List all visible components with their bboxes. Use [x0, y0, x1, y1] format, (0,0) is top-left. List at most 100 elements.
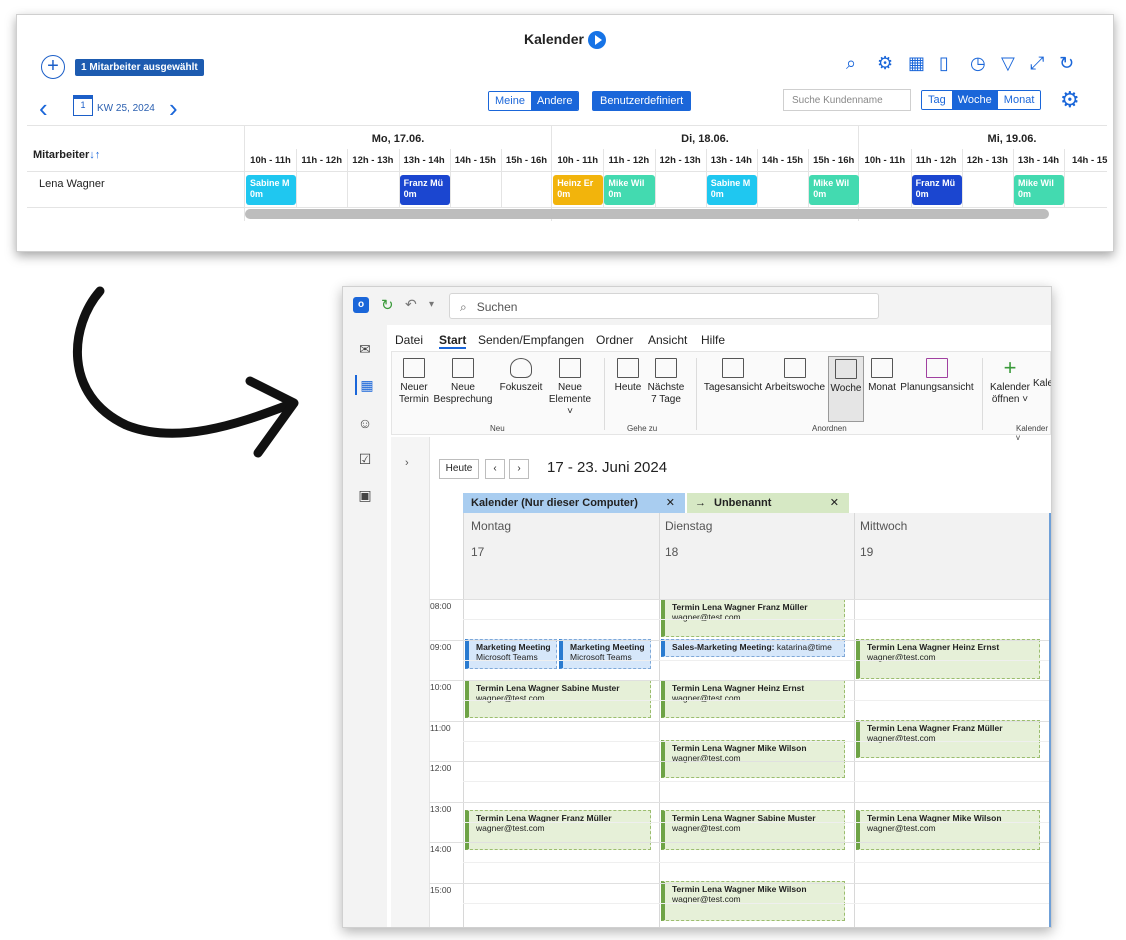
calendar-event[interactable]: Termin Lena Wagner Sabine Muster wagner@t…: [661, 810, 845, 850]
view-tag-button[interactable]: Tag: [922, 91, 952, 109]
calendar-more-button[interactable]: Kale: [1032, 378, 1051, 390]
calendar-icon[interactable]: 1: [73, 95, 93, 116]
schedule-event[interactable]: Heinz Er 0m: [553, 175, 604, 205]
menu-senden[interactable]: Senden/Empfangen: [478, 333, 584, 347]
schedule-event[interactable]: Franz Mü 0m: [399, 175, 450, 205]
chevron-right-icon[interactable]: ›: [169, 95, 178, 121]
new-meeting-button[interactable]: Neue Besprechung: [432, 358, 494, 406]
day-header: Mi, 19.06.: [987, 133, 1037, 145]
clock-icon[interactable]: ◷: [970, 53, 986, 74]
filter-icon[interactable]: ▽: [1001, 53, 1015, 74]
week-view-button[interactable]: Woche: [828, 356, 864, 422]
undo-icon[interactable]: ↶: [405, 296, 417, 313]
calendar-event[interactable]: Sales-Marketing Meeting: katarina@time: [661, 639, 845, 657]
search-icon[interactable]: ⌕: [846, 53, 856, 74]
event-name: Sabine M: [710, 178, 751, 188]
plus-icon: +: [1003, 355, 1017, 380]
focus-time-button[interactable]: Fokuszeit: [498, 358, 544, 394]
time-label: 11:00: [430, 722, 451, 733]
hour-header: 15h - 16h: [505, 155, 548, 166]
add-icon[interactable]: +: [41, 55, 65, 79]
view-monat-button[interactable]: Monat: [997, 91, 1041, 109]
play-icon[interactable]: [587, 31, 606, 50]
hour-header: 12h - 13h: [966, 155, 1008, 166]
event-duration: 0m: [813, 189, 827, 199]
menu-datei[interactable]: Datei: [395, 333, 423, 347]
export-icon[interactable]: ▯: [939, 53, 949, 74]
next-week-button[interactable]: ›: [509, 459, 529, 479]
calendar-event[interactable]: Marketing Meeting Microsoft Teams: [559, 639, 651, 669]
chevron-left-icon[interactable]: ‹: [39, 95, 48, 121]
event-name: Franz Mü: [915, 178, 956, 188]
day-view-button[interactable]: Tagesansicht: [702, 358, 764, 394]
calendar-event[interactable]: Termin Lena Wagner Heinz Ernst wagner@tes…: [661, 680, 845, 718]
today-button[interactable]: Heute: [612, 358, 644, 394]
calendar-event[interactable]: Termin Lena Wagner Franz Müller wagner@te…: [661, 599, 845, 637]
hour-header: 10h - 11h: [864, 155, 906, 166]
sync-icon[interactable]: ↻: [381, 296, 394, 314]
view-woche-button[interactable]: Woche: [951, 91, 998, 109]
schedule-event[interactable]: Mike Wil 0m: [809, 175, 860, 205]
calendar-event[interactable]: Termin Lena Wagner Mike Wilson wagner@tes…: [856, 810, 1040, 850]
settings-calendar-icon[interactable]: ⚙: [1060, 87, 1080, 113]
custom-button[interactable]: Benutzerdefiniert: [592, 91, 692, 111]
event-name: Sabine M: [250, 178, 290, 188]
calendar-event[interactable]: Termin Lena Wagner Mike Wilson wagner@tes…: [661, 881, 845, 921]
mail-icon[interactable]: ✉: [355, 339, 375, 359]
new-appointment-button[interactable]: Neuer Termin: [396, 358, 432, 406]
calendar-event[interactable]: Termin Lena Wagner Sabine Muster wagner@t…: [465, 680, 651, 718]
time-label: 09:00: [430, 641, 452, 652]
schedule-event[interactable]: Mike Wil 0m: [1014, 175, 1065, 205]
calendar-event[interactable]: Termin Lena Wagner Mike Wilson wagner@tes…: [661, 740, 845, 778]
customer-search-input[interactable]: Suche Kundenname: [783, 89, 911, 111]
month-view-icon: [871, 358, 893, 378]
day-header: Mo, 17.06.: [371, 133, 425, 145]
today-icon: [617, 358, 639, 378]
calendar-tab-local[interactable]: Kalender (Nur dieser Computer) ✕: [463, 493, 685, 513]
calendar-tab-unbenannt[interactable]: → Unbenannt ✕: [687, 493, 849, 513]
refresh-icon[interactable]: ↻: [1059, 53, 1074, 74]
schedule-view-button[interactable]: Planungsansicht: [900, 358, 974, 394]
day-header: Di, 18.06.: [681, 133, 729, 145]
chevron-right-icon[interactable]: ›: [405, 457, 409, 469]
menu-ordner[interactable]: Ordner: [596, 333, 633, 347]
hour-header: 11h - 12h: [301, 155, 343, 166]
people-icon[interactable]: ☺: [355, 413, 375, 433]
search-input[interactable]: ⌕ Suchen: [449, 293, 879, 319]
gear-icon[interactable]: ⚙: [877, 53, 893, 74]
fullscreen-icon[interactable]: ⤢: [1030, 53, 1044, 74]
hour-header: 14h - 15h: [454, 155, 496, 166]
tasks-icon[interactable]: ☑: [355, 449, 375, 469]
open-calendar-button[interactable]: + Kalender öffnen ˅: [988, 355, 1032, 406]
month-view-button[interactable]: Monat: [866, 358, 898, 394]
schedule-event[interactable]: Mike Wil 0m: [604, 175, 655, 205]
filter-meine-button[interactable]: Meine: [489, 92, 531, 110]
menu-ansicht[interactable]: Ansicht: [648, 333, 687, 347]
work-week-button[interactable]: Arbeitswoche: [764, 358, 826, 394]
schedule-event[interactable]: Sabine M 0m: [246, 175, 297, 205]
schedule-event[interactable]: Sabine M 0m: [706, 175, 757, 205]
next-days-icon: [655, 358, 677, 378]
schedule-event[interactable]: Franz Mü 0m: [911, 175, 962, 205]
next-7-days-button[interactable]: Nächste 7 Tage: [646, 358, 686, 406]
menu-hilfe[interactable]: Hilfe: [701, 333, 725, 347]
event-duration: 0m: [403, 189, 417, 199]
menu-start[interactable]: Start: [439, 333, 467, 349]
prev-week-button[interactable]: ‹: [485, 459, 505, 479]
calendar-nav-icon[interactable]: ▦: [355, 375, 377, 395]
calendar-event[interactable]: Marketing Meeting Microsoft Teams: [465, 639, 557, 669]
new-items-button[interactable]: Neue Elemente ˅: [546, 358, 594, 418]
employee-column-header[interactable]: Mitarbeiter↓↑: [33, 149, 100, 161]
calendar-event[interactable]: Termin Lena Wagner Franz Müller wagner@te…: [856, 720, 1040, 758]
event-name: Franz Mü: [403, 178, 444, 188]
quick-access-dropdown-icon[interactable]: ▾: [429, 299, 434, 310]
apps-icon[interactable]: ▣: [355, 485, 375, 505]
horizontal-scrollbar[interactable]: [245, 209, 1049, 219]
selected-employees-badge[interactable]: 1 Mitarbeiter ausgewählt: [75, 59, 204, 76]
calendar-grid-icon[interactable]: ▦: [908, 53, 925, 74]
hour-header: 12h - 13h: [659, 155, 701, 166]
filter-andere-button[interactable]: Andere: [530, 92, 579, 110]
calendar-event[interactable]: Termin Lena Wagner Franz Müller wagner@te…: [465, 810, 651, 850]
today-nav-button[interactable]: Heute: [439, 459, 479, 479]
week-label[interactable]: KW 25, 2024: [97, 103, 155, 114]
